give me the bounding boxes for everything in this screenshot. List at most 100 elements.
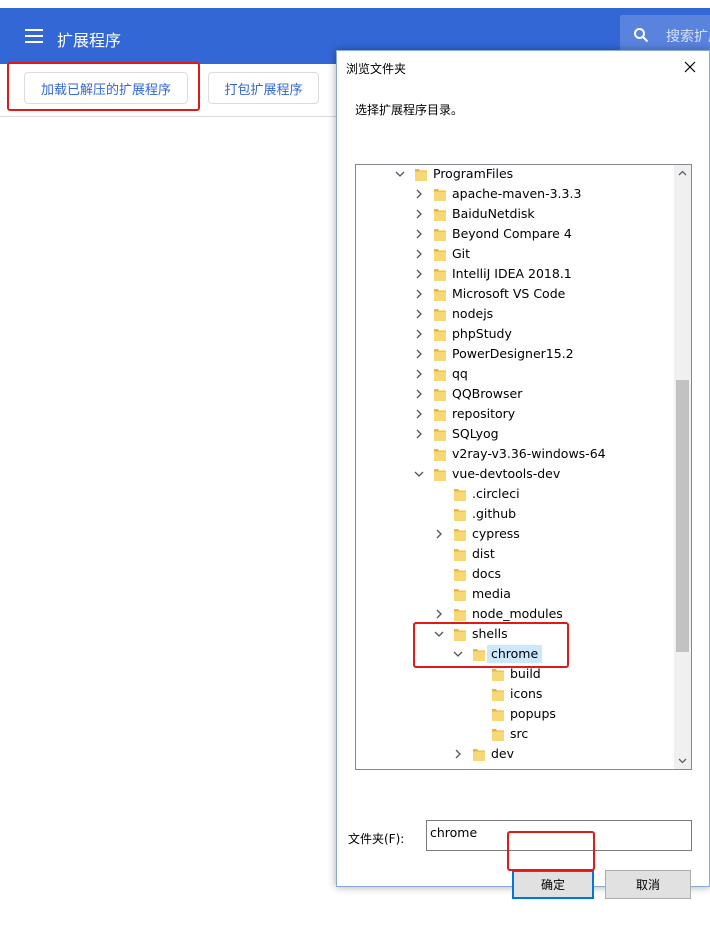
chevron-down-icon[interactable] — [433, 628, 445, 640]
tree-row[interactable]: chrome — [356, 644, 674, 664]
tree-row[interactable]: nodejs — [356, 304, 674, 324]
tree-row-label: BaiduNetdisk — [452, 206, 535, 221]
tree-row-label: SQLyog — [452, 426, 499, 441]
tree-row-label: cypress — [472, 526, 520, 541]
folder-icon — [492, 729, 504, 741]
chevron-right-icon[interactable] — [413, 428, 425, 440]
tree-row[interactable]: .github — [356, 504, 674, 524]
tree-row[interactable]: phpStudy — [356, 324, 674, 344]
search-icon — [634, 28, 649, 43]
tree-row[interactable]: QQBrowser — [356, 384, 674, 404]
tree-row-label: docs — [472, 566, 501, 581]
tree-row[interactable]: build — [356, 664, 674, 684]
tree-row-label: chrome — [487, 645, 543, 663]
tree-row[interactable]: Microsoft VS Code — [356, 284, 674, 304]
tree-row[interactable]: Beyond Compare 4 — [356, 224, 674, 244]
tree-row[interactable]: docs — [356, 564, 674, 584]
folder-icon — [434, 289, 446, 301]
chevron-right-icon[interactable] — [413, 328, 425, 340]
folder-icon — [434, 309, 446, 321]
tree-row[interactable]: qq — [356, 364, 674, 384]
folder-tree[interactable]: ProgramFiles apache-maven-3.3.3 BaiduNetdi… — [355, 164, 692, 770]
chevron-down-icon[interactable] — [413, 468, 425, 480]
tree-row-label: phpStudy — [452, 326, 512, 341]
chevron-right-icon[interactable] — [413, 208, 425, 220]
tree-row-label: Beyond Compare 4 — [452, 226, 572, 241]
chevron-right-icon[interactable] — [413, 408, 425, 420]
folder-icon — [454, 589, 466, 601]
tree-row[interactable]: BaiduNetdisk — [356, 204, 674, 224]
browse-folder-dialog: 浏览文件夹 选择扩展程序目录。 ProgramFiles apache-maven… — [336, 50, 710, 899]
folder-icon — [454, 609, 466, 621]
chevron-right-icon[interactable] — [452, 748, 464, 760]
tree-row[interactable]: cypress — [356, 524, 674, 544]
tree-row-label: IntelliJ IDEA 2018.1 — [452, 266, 572, 281]
tree-row-label: src — [510, 726, 529, 741]
chevron-right-icon[interactable] — [413, 268, 425, 280]
tree-row[interactable]: .circleci — [356, 484, 674, 504]
tree-row[interactable]: repository — [356, 404, 674, 424]
folder-icon — [434, 249, 446, 261]
tree-row[interactable]: node_modules — [356, 604, 674, 624]
tree-row[interactable]: media — [356, 584, 674, 604]
scroll-up-icon[interactable] — [674, 165, 691, 182]
folder-icon — [434, 429, 446, 441]
tree-row-label: QQBrowser — [452, 386, 523, 401]
folder-icon — [492, 689, 504, 701]
tree-row[interactable]: IntelliJ IDEA 2018.1 — [356, 264, 674, 284]
search-box[interactable]: 搜索扩展 — [620, 15, 710, 55]
pack-extension-button[interactable]: 打包扩展程序 — [208, 72, 319, 104]
tree-row[interactable]: vue-devtools-dev — [356, 464, 674, 484]
chevron-down-icon[interactable] — [394, 168, 406, 180]
folder-icon — [415, 169, 427, 181]
chevron-right-icon[interactable] — [413, 248, 425, 260]
dialog-body: 选择扩展程序目录。 ProgramFiles apache-maven-3.3.3… — [337, 83, 709, 899]
chevron-right-icon[interactable] — [413, 388, 425, 400]
scrollbar-thumb[interactable] — [676, 380, 689, 652]
tree-row[interactable]: popups — [356, 704, 674, 724]
tree-row[interactable]: dist — [356, 544, 674, 564]
folder-icon — [434, 269, 446, 281]
tree-row-label: qq — [452, 366, 468, 381]
folder-icon — [434, 469, 446, 481]
scroll-down-icon[interactable] — [674, 752, 691, 769]
folder-icon — [473, 649, 485, 661]
chevron-right-icon[interactable] — [413, 288, 425, 300]
hamburger-menu-icon[interactable] — [25, 29, 43, 43]
chevron-right-icon[interactable] — [413, 348, 425, 360]
folder-field[interactable]: chrome — [426, 820, 692, 851]
tree-row[interactable]: src — [356, 724, 674, 744]
page-title: 扩展程序 — [57, 31, 122, 50]
tree-row[interactable]: v2ray-v3.36-windows-64 — [356, 444, 674, 464]
close-icon[interactable] — [680, 57, 700, 77]
chevron-right-icon[interactable] — [413, 368, 425, 380]
tree-row-label: Microsoft VS Code — [452, 286, 566, 301]
tree-row[interactable]: ProgramFiles — [356, 165, 674, 184]
tree-row-label: .github — [472, 506, 517, 521]
cancel-button[interactable]: 取消 — [605, 870, 691, 899]
tree-row[interactable]: icons — [356, 684, 674, 704]
chevron-down-icon[interactable] — [452, 648, 464, 660]
chevron-right-icon[interactable] — [413, 228, 425, 240]
chevron-right-icon[interactable] — [433, 608, 445, 620]
load-unpacked-button[interactable]: 加载已解压的扩展程序 — [24, 72, 188, 104]
tree-row-label: build — [510, 666, 541, 681]
folder-icon — [454, 549, 466, 561]
chevron-right-icon[interactable] — [433, 528, 445, 540]
tree-row-label: repository — [452, 406, 516, 421]
search-placeholder: 搜索扩展 — [666, 29, 710, 45]
tree-row[interactable]: dev — [356, 744, 674, 764]
tree-row[interactable]: Git — [356, 244, 674, 264]
tree-row[interactable]: PowerDesigner15.2 — [356, 344, 674, 364]
ok-button[interactable]: 确定 — [512, 870, 594, 899]
tree-row[interactable]: shells — [356, 624, 674, 644]
tree-scrollbar[interactable] — [674, 165, 691, 769]
tree-row-label: shells — [472, 626, 508, 641]
tree-row[interactable]: SQLyog — [356, 424, 674, 444]
chevron-right-icon[interactable] — [413, 308, 425, 320]
tree-row-label: .circleci — [472, 486, 520, 501]
tree-row[interactable]: apache-maven-3.3.3 — [356, 184, 674, 204]
tree-row-label: Git — [452, 246, 471, 261]
tree-row-label: apache-maven-3.3.3 — [452, 186, 582, 201]
chevron-right-icon[interactable] — [413, 188, 425, 200]
